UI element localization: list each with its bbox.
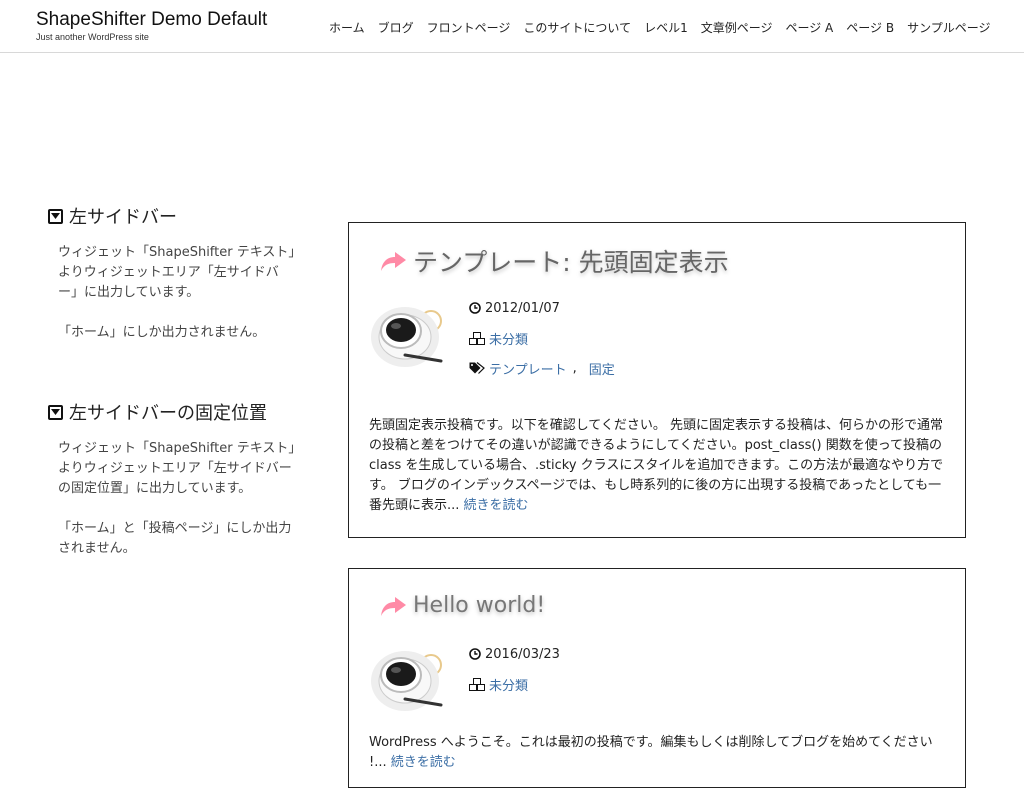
coffee-cup-thumbnail[interactable] xyxy=(369,639,445,715)
tag-link[interactable]: 固定 xyxy=(589,359,615,378)
share-arrow-icon xyxy=(379,595,407,617)
nav-item-text-sample[interactable]: 文章例ページ xyxy=(701,19,773,36)
widget-title: 左サイドバーの固定位置 xyxy=(48,399,308,425)
post-category: 未分類 xyxy=(469,323,615,353)
nav-item-about[interactable]: このサイトについて xyxy=(523,19,631,36)
post-title: Hello world! xyxy=(379,593,545,618)
cubes-icon xyxy=(469,331,485,345)
nav-item-level1[interactable]: レベル1 xyxy=(644,19,688,36)
post-meta: 2012/01/07 未分類 テンプレート , 固定 xyxy=(469,293,615,383)
read-more-link[interactable]: 続きを読む xyxy=(464,498,529,513)
tags-icon xyxy=(469,362,485,374)
widget-paragraph: 「ホーム」にしか出力されません。 xyxy=(58,325,266,340)
category-link[interactable]: 未分類 xyxy=(489,675,528,694)
post-excerpt: 先頭固定表示投稿です。以下を確認してください。 先頭に固定表示する投稿は、何らか… xyxy=(369,416,949,516)
post-title-link[interactable]: Hello world! xyxy=(413,593,545,618)
post-excerpt-text: 先頭固定表示投稿です。以下を確認してください。 先頭に固定表示する投稿は、何らか… xyxy=(369,418,944,513)
nav-item-page-b[interactable]: ページ B xyxy=(846,19,894,36)
post-card: Hello world! 2016/03/23 未分類 WordPress へよ… xyxy=(348,568,966,788)
nav-item-blog[interactable]: ブログ xyxy=(378,19,414,36)
site-title[interactable]: ShapeShifter Demo Default xyxy=(36,9,267,31)
widget-title-text: 左サイドバー xyxy=(69,207,177,228)
category-link[interactable]: 未分類 xyxy=(489,329,528,348)
sidebar-widget: 左サイドバー ウィジェット「ShapeShifter テキスト」よりウィジェット… xyxy=(48,203,308,343)
post-date-text: 2016/03/23 xyxy=(485,646,560,662)
widget-text: ウィジェット「ShapeShifter テキスト」よりウィジェットエリア「左サイ… xyxy=(58,439,298,559)
tag-link[interactable]: テンプレート xyxy=(489,359,567,378)
main-nav: ホーム ブログ フロントページ このサイトについて レベル1 文章例ページ ペー… xyxy=(329,19,991,36)
nav-item-sample-page[interactable]: サンプルページ xyxy=(907,19,990,36)
nav-item-front-page[interactable]: フロントページ xyxy=(427,19,511,36)
site-header: ShapeShifter Demo Default Just another W… xyxy=(0,0,1024,53)
post-excerpt: WordPress へようこそ。これは最初の投稿です。編集もしくは削除してブログ… xyxy=(369,733,949,773)
clock-icon xyxy=(469,648,481,660)
post-date: 2012/01/07 xyxy=(469,293,615,323)
post-title: テンプレート: 先頭固定表示 xyxy=(379,243,729,279)
post-card: テンプレート: 先頭固定表示 2012/01/07 未分類 テンプレート , 固… xyxy=(348,222,966,538)
post-date-text: 2012/01/07 xyxy=(485,300,560,316)
post-date: 2016/03/23 xyxy=(469,639,560,669)
widget-title: 左サイドバー xyxy=(48,203,308,229)
share-arrow-icon xyxy=(379,250,407,272)
clock-icon xyxy=(469,302,481,314)
caret-square-down-icon[interactable] xyxy=(48,208,63,224)
nav-item-home[interactable]: ホーム xyxy=(329,19,365,36)
post-title-link[interactable]: テンプレート: 先頭固定表示 xyxy=(413,243,729,279)
tag-separator: , xyxy=(572,360,577,376)
coffee-cup-thumbnail[interactable] xyxy=(369,295,445,371)
widget-paragraph: 「ホーム」と「投稿ページ」にしか出力されません。 xyxy=(58,521,292,556)
widget-paragraph: ウィジェット「ShapeShifter テキスト」よりウィジェットエリア「左サイ… xyxy=(58,441,295,496)
site-description: Just another WordPress site xyxy=(36,32,149,42)
left-sidebar: 左サイドバー ウィジェット「ShapeShifter テキスト」よりウィジェット… xyxy=(48,203,308,579)
cubes-icon xyxy=(469,677,485,691)
widget-paragraph: ウィジェット「ShapeShifter テキスト」よりウィジェットエリア「左サイ… xyxy=(58,245,295,300)
widget-text: ウィジェット「ShapeShifter テキスト」よりウィジェットエリア「左サイ… xyxy=(58,243,298,343)
sidebar-widget-fixed: 左サイドバーの固定位置 ウィジェット「ShapeShifter テキスト」よりウ… xyxy=(48,399,308,559)
post-tags: テンプレート , 固定 xyxy=(469,353,615,383)
nav-item-page-a[interactable]: ページ A xyxy=(785,19,833,36)
post-meta: 2016/03/23 未分類 xyxy=(469,639,560,699)
widget-title-text: 左サイドバーの固定位置 xyxy=(69,403,267,424)
caret-square-down-icon[interactable] xyxy=(48,404,63,420)
post-category: 未分類 xyxy=(469,669,560,699)
